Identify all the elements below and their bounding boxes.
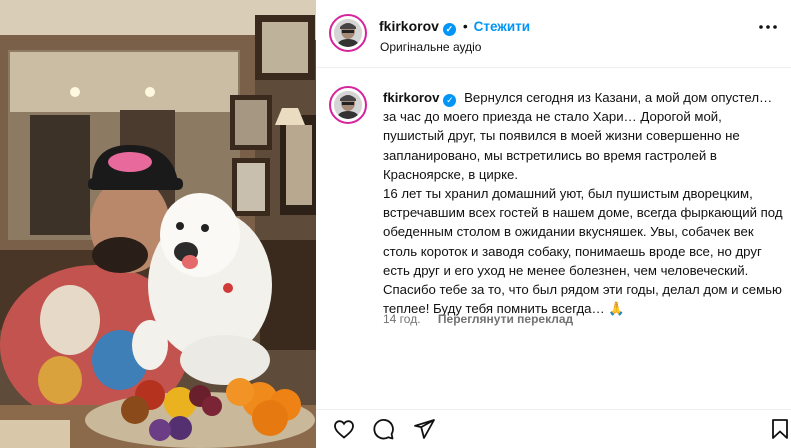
header-avatar[interactable] xyxy=(329,14,367,52)
post-image xyxy=(0,0,316,448)
post-meta: 14 год. Переглянути переклад xyxy=(383,312,573,326)
post-time[interactable]: 14 год. xyxy=(383,312,421,326)
post-panel: fkirkorov ✓ • Стежити Оригінальне аудіо f… xyxy=(316,0,791,448)
share-icon[interactable] xyxy=(412,417,436,441)
post-photo[interactable] xyxy=(0,0,316,448)
translate-link[interactable]: Переглянути переклад xyxy=(438,312,573,326)
header-separator: • xyxy=(462,18,468,34)
verified-badge-icon: ✓ xyxy=(443,94,457,107)
actions-divider xyxy=(316,409,791,410)
header-username[interactable]: fkirkorov xyxy=(379,18,439,34)
post-caption: fkirkorov ✓ Вернулся сегодня из Казани, а… xyxy=(383,88,783,318)
caption-paragraph-2: 16 лет ты хранил домашний уют, был пушис… xyxy=(383,186,783,317)
caption-username[interactable]: fkirkorov xyxy=(383,90,439,105)
caption-avatar[interactable] xyxy=(329,86,367,124)
heart-icon[interactable] xyxy=(332,417,356,441)
comment-icon[interactable] xyxy=(371,417,395,441)
follow-button[interactable]: Стежити xyxy=(474,19,530,34)
avatar-image xyxy=(334,91,362,119)
caption-paragraph-1: Вернулся сегодня из Казани, а мой дом оп… xyxy=(383,90,773,182)
more-options-icon[interactable] xyxy=(756,15,780,39)
audio-label[interactable]: Оригінальне аудіо xyxy=(380,40,481,54)
verified-badge-icon: ✓ xyxy=(442,23,456,36)
header-divider xyxy=(316,67,791,68)
avatar-image xyxy=(334,19,362,47)
bookmark-icon[interactable] xyxy=(768,417,791,441)
